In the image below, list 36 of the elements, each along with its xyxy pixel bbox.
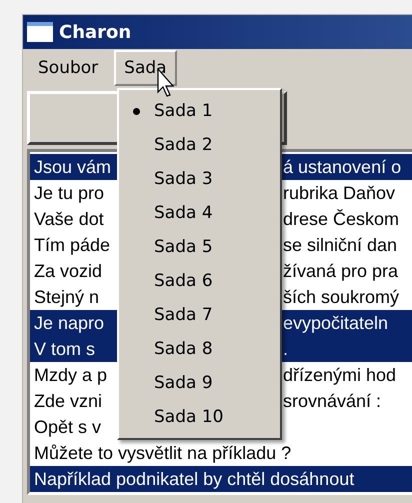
list-item[interactable]: Jsou vám bbox=[30, 154, 117, 180]
list-item[interactable]: Vaše dot bbox=[30, 206, 117, 232]
list-item[interactable]: dřízenými hod bbox=[282, 362, 412, 388]
list-item[interactable]: Opět s v bbox=[30, 414, 102, 440]
list-item[interactable]: evypočitateln bbox=[282, 310, 412, 336]
list-item[interactable]: Můžete to vysvětlit na příkladu ? bbox=[30, 440, 292, 466]
list-item[interactable]: srovnávání : bbox=[282, 388, 412, 414]
list-item[interactable]: rubrika Daňov bbox=[282, 180, 412, 206]
list-item[interactable]: á ustanovení o bbox=[282, 154, 412, 180]
menu-option[interactable]: Sada 10 bbox=[119, 400, 280, 434]
list-item[interactable]: Například podnikatel by chtěl dosáhnout bbox=[30, 466, 412, 492]
list-item[interactable]: . bbox=[282, 336, 412, 362]
window-title: Charon bbox=[59, 22, 132, 42]
menu-option[interactable]: Sada 6 bbox=[119, 264, 280, 298]
menu-option[interactable]: Sada 4 bbox=[119, 196, 280, 230]
menu-option[interactable]: Sada 8 bbox=[119, 332, 280, 366]
list-item[interactable]: Je napro bbox=[30, 310, 117, 336]
menu-option[interactable]: Sada 2 bbox=[119, 128, 280, 162]
menu-option[interactable]: Sada 3 bbox=[119, 162, 280, 196]
menu-option[interactable]: Sada 7 bbox=[119, 298, 280, 332]
menu-option[interactable]: Sada 5 bbox=[119, 230, 280, 264]
list-item[interactable]: Tím páde bbox=[30, 232, 117, 258]
list-item[interactable]: V tom s bbox=[30, 336, 117, 362]
list-item[interactable]: Je tu pro bbox=[30, 180, 117, 206]
menu-option[interactable]: Sada 9 bbox=[119, 366, 280, 400]
list-item[interactable]: žívaná pro pra bbox=[282, 258, 412, 284]
list-item[interactable]: Za vozid bbox=[30, 258, 117, 284]
list-item[interactable]: drese Českom bbox=[282, 206, 412, 232]
menu-item[interactable]: Soubor bbox=[28, 50, 108, 86]
list-item[interactable]: Mzdy a p bbox=[30, 362, 117, 388]
list-item[interactable]: Zde vzni bbox=[30, 388, 117, 414]
list-item[interactable]: se silniční dan bbox=[282, 232, 412, 258]
list-item[interactable]: ších soukromý bbox=[282, 284, 412, 310]
menu-option[interactable]: Sada 1 bbox=[119, 94, 280, 128]
window-icon bbox=[27, 22, 53, 42]
list-item[interactable]: Stejný n bbox=[30, 284, 117, 310]
